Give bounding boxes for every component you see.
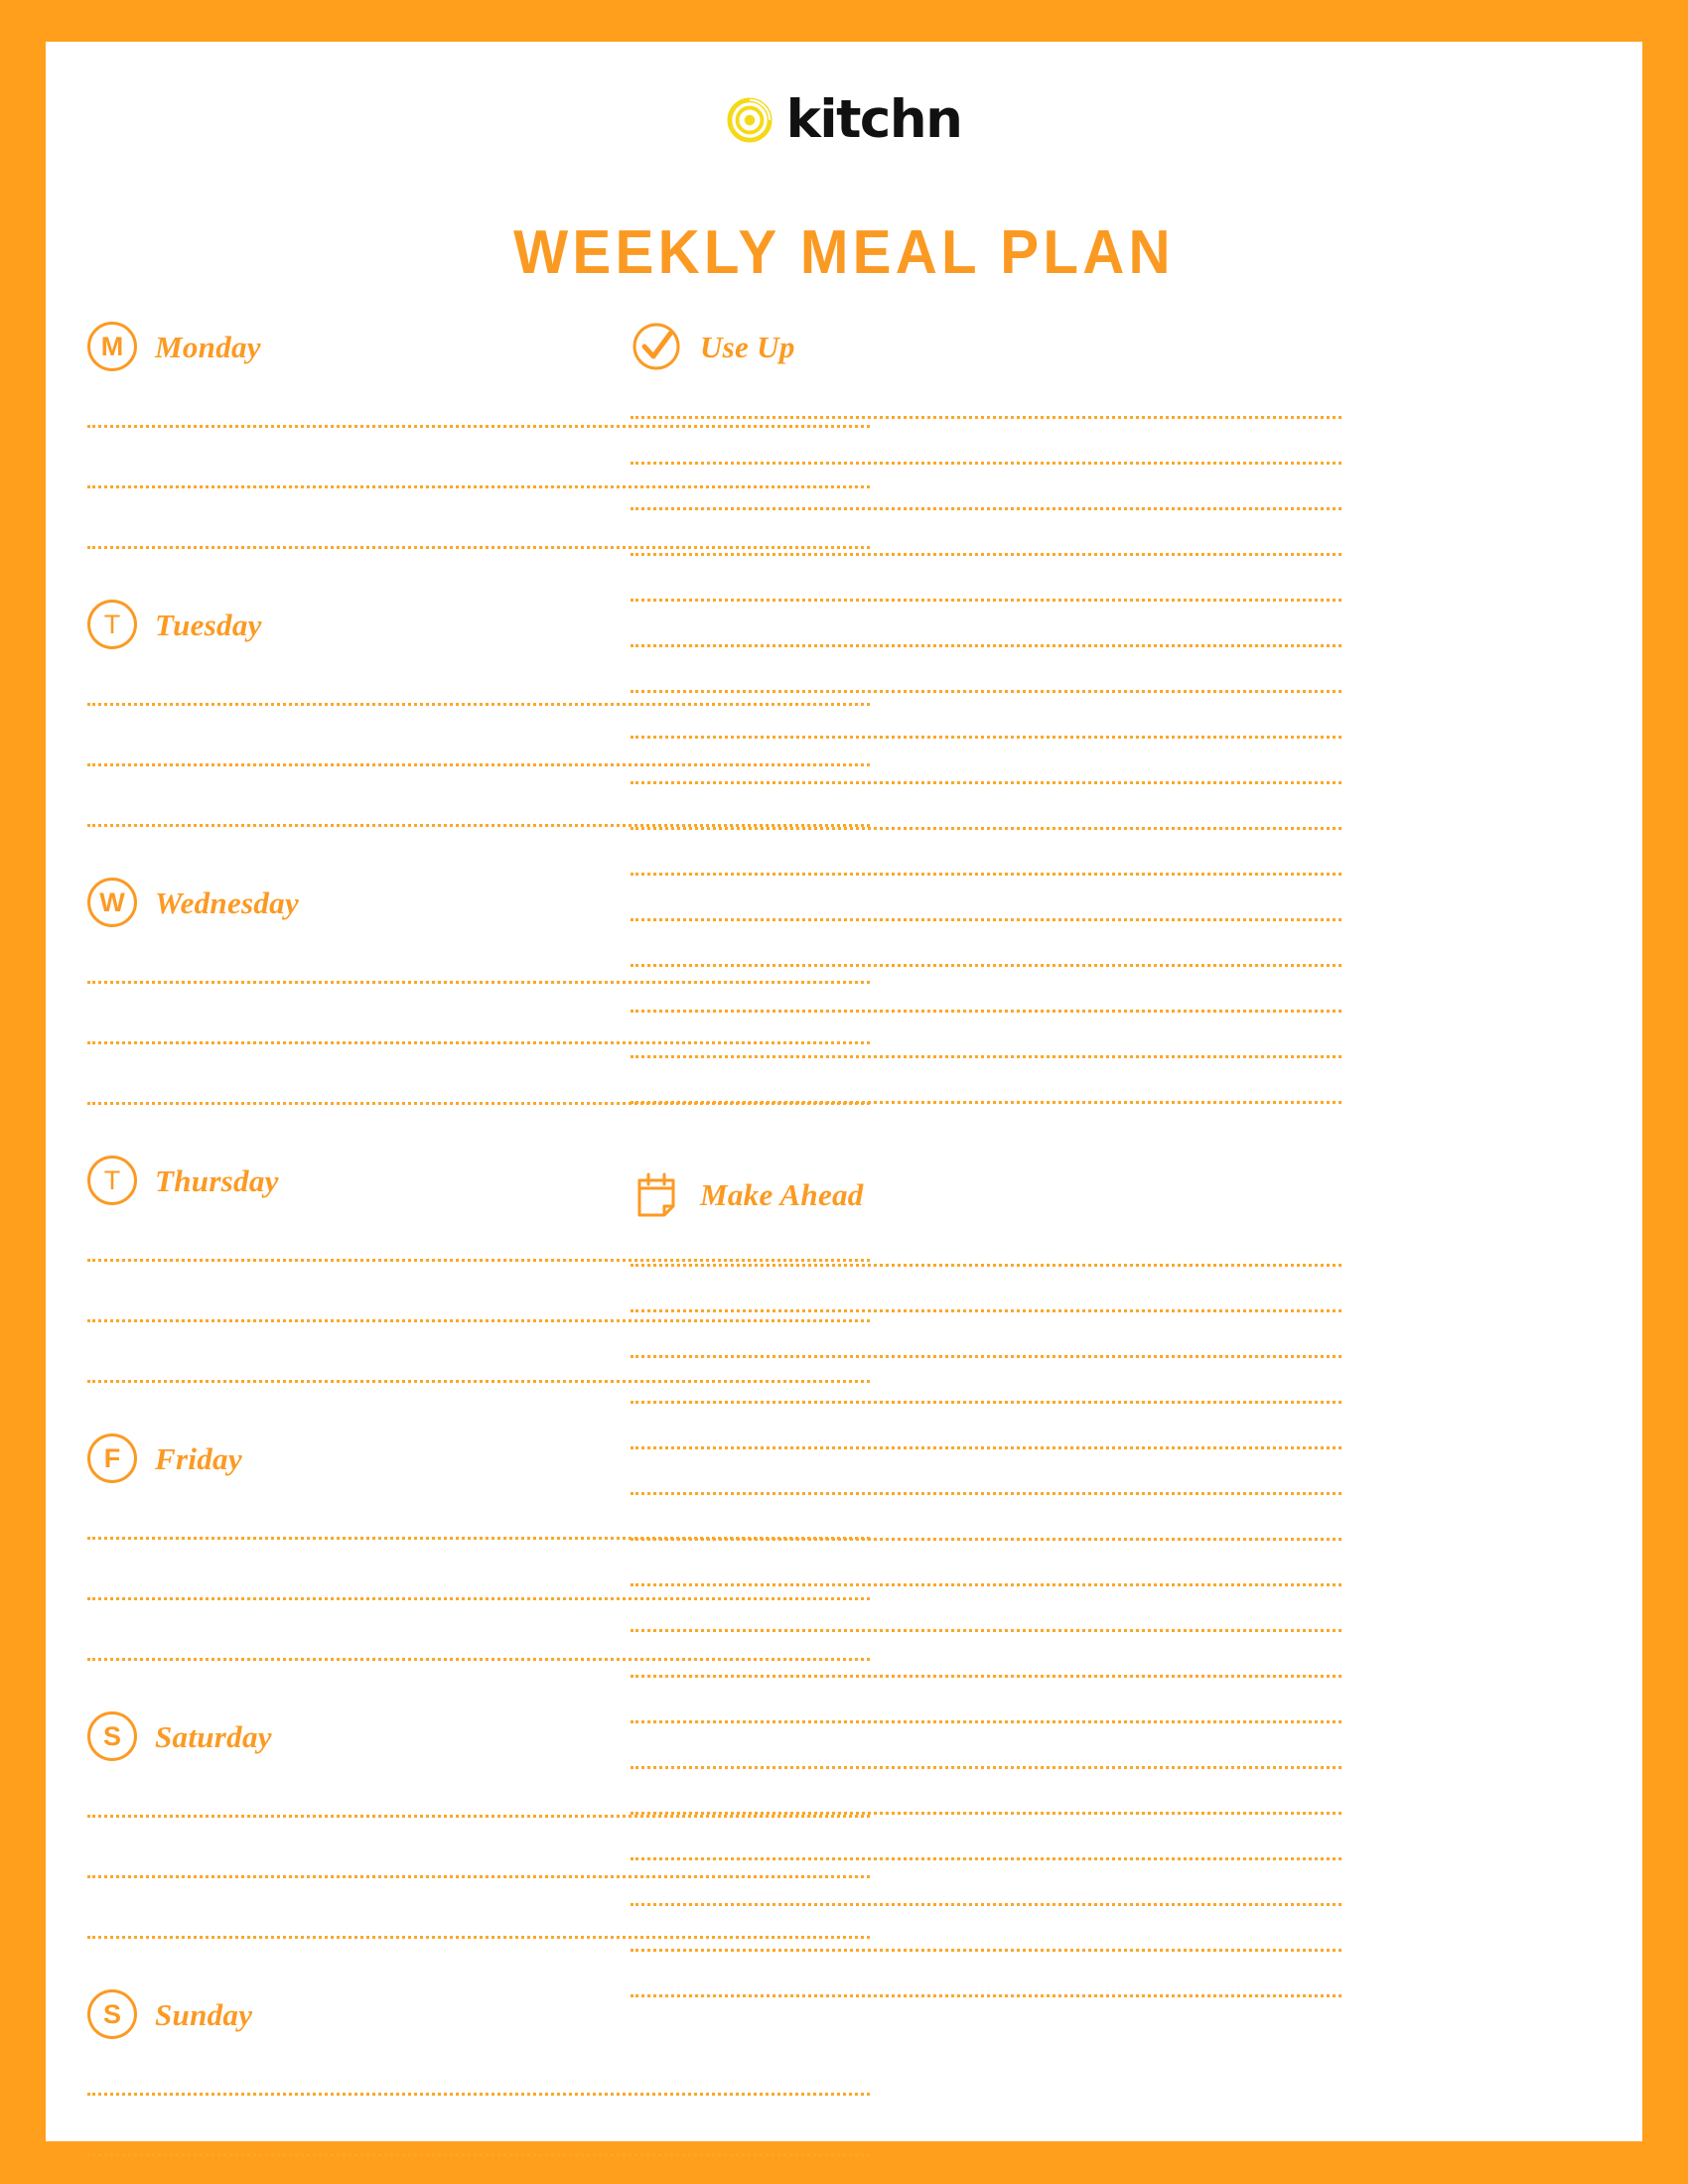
write-line[interactable] [631,1309,1341,1312]
day-initial-letter: T [103,609,121,639]
write-line[interactable] [631,1629,1341,1632]
day-block: S Sunday [87,1981,870,2184]
brand-wordmark: kitchn [785,89,963,150]
page-title: WEEKLY MEAL PLAN [513,218,1175,287]
day-initial-badge: T [87,1156,137,1205]
write-line[interactable] [631,781,1341,784]
notes-write-lines [631,1264,1341,1997]
write-line[interactable] [631,1538,1341,1541]
day-initial-badge: S [87,1989,137,2039]
write-line[interactable] [631,1903,1341,1906]
spiral-target-icon [727,96,773,143]
day-label: Saturday [155,1718,272,1754]
day-label: Sunday [155,1996,253,2032]
day-initial-badge: M [87,322,137,371]
write-line[interactable] [631,827,1341,830]
notes-heading: Use Up [631,314,1341,379]
write-line[interactable] [631,1857,1341,1860]
write-line[interactable] [87,2153,870,2156]
write-line[interactable] [631,918,1341,921]
write-line[interactable] [631,736,1341,739]
day-write-lines [87,2093,870,2184]
write-line[interactable] [631,416,1341,419]
write-line[interactable] [631,1055,1341,1058]
day-initial-letter: W [99,887,125,917]
write-line[interactable] [631,1355,1341,1358]
day-initial-letter: T [103,1164,121,1195]
write-line[interactable] [631,644,1341,647]
write-line[interactable] [631,1492,1341,1495]
write-line[interactable] [631,1010,1341,1013]
write-line[interactable] [631,1994,1341,1997]
day-initial-letter: F [103,1442,121,1473]
write-line[interactable] [631,462,1341,465]
day-initial-letter: S [102,1720,121,1751]
write-line[interactable] [631,1583,1341,1586]
write-line[interactable] [631,599,1341,602]
day-initial-letter: S [102,1998,121,2029]
day-initial-badge: T [87,600,137,649]
write-line[interactable] [631,1675,1341,1678]
write-line[interactable] [631,1101,1341,1104]
day-label: Monday [155,329,261,364]
day-initial-letter: M [100,331,124,361]
check-circle-icon [631,321,682,372]
day-label: Thursday [155,1162,279,1198]
write-line[interactable] [631,1264,1341,1267]
notes-write-lines [631,416,1341,1104]
notes-block: Use Up [631,314,1341,1104]
write-line[interactable] [631,1720,1341,1723]
notes-heading: Make Ahead [631,1161,1341,1227]
write-line[interactable] [631,507,1341,510]
write-line[interactable] [631,964,1341,967]
day-initial-badge: F [87,1433,137,1483]
day-label: Wednesday [155,885,300,920]
write-line[interactable] [631,553,1341,556]
notes-column: Use Up Make Ahead [631,314,1341,1997]
notes-label: Make Ahead [700,1176,864,1212]
day-initial-badge: S [87,1711,137,1761]
day-label: Friday [155,1440,242,1476]
write-line[interactable] [87,2093,870,2096]
write-line[interactable] [631,1812,1341,1815]
day-label: Tuesday [155,607,262,642]
write-line[interactable] [631,1401,1341,1404]
brand-logo: kitchn [46,93,1642,146]
write-line[interactable] [631,1446,1341,1449]
write-line[interactable] [631,690,1341,693]
notes-block: Make Ahead [631,1161,1341,1997]
calendar-note-icon [631,1168,682,1220]
write-line[interactable] [631,873,1341,876]
day-initial-badge: W [87,878,137,927]
write-line[interactable] [631,1766,1341,1769]
write-line[interactable] [631,1949,1341,1952]
notes-label: Use Up [700,329,795,364]
page-sheet: kitchn WEEKLY MEAL PLAN M Monday T Tuesday W… [46,42,1642,2156]
printable-page: kitchn WEEKLY MEAL PLAN M Monday T Tuesday W… [0,0,1688,2184]
